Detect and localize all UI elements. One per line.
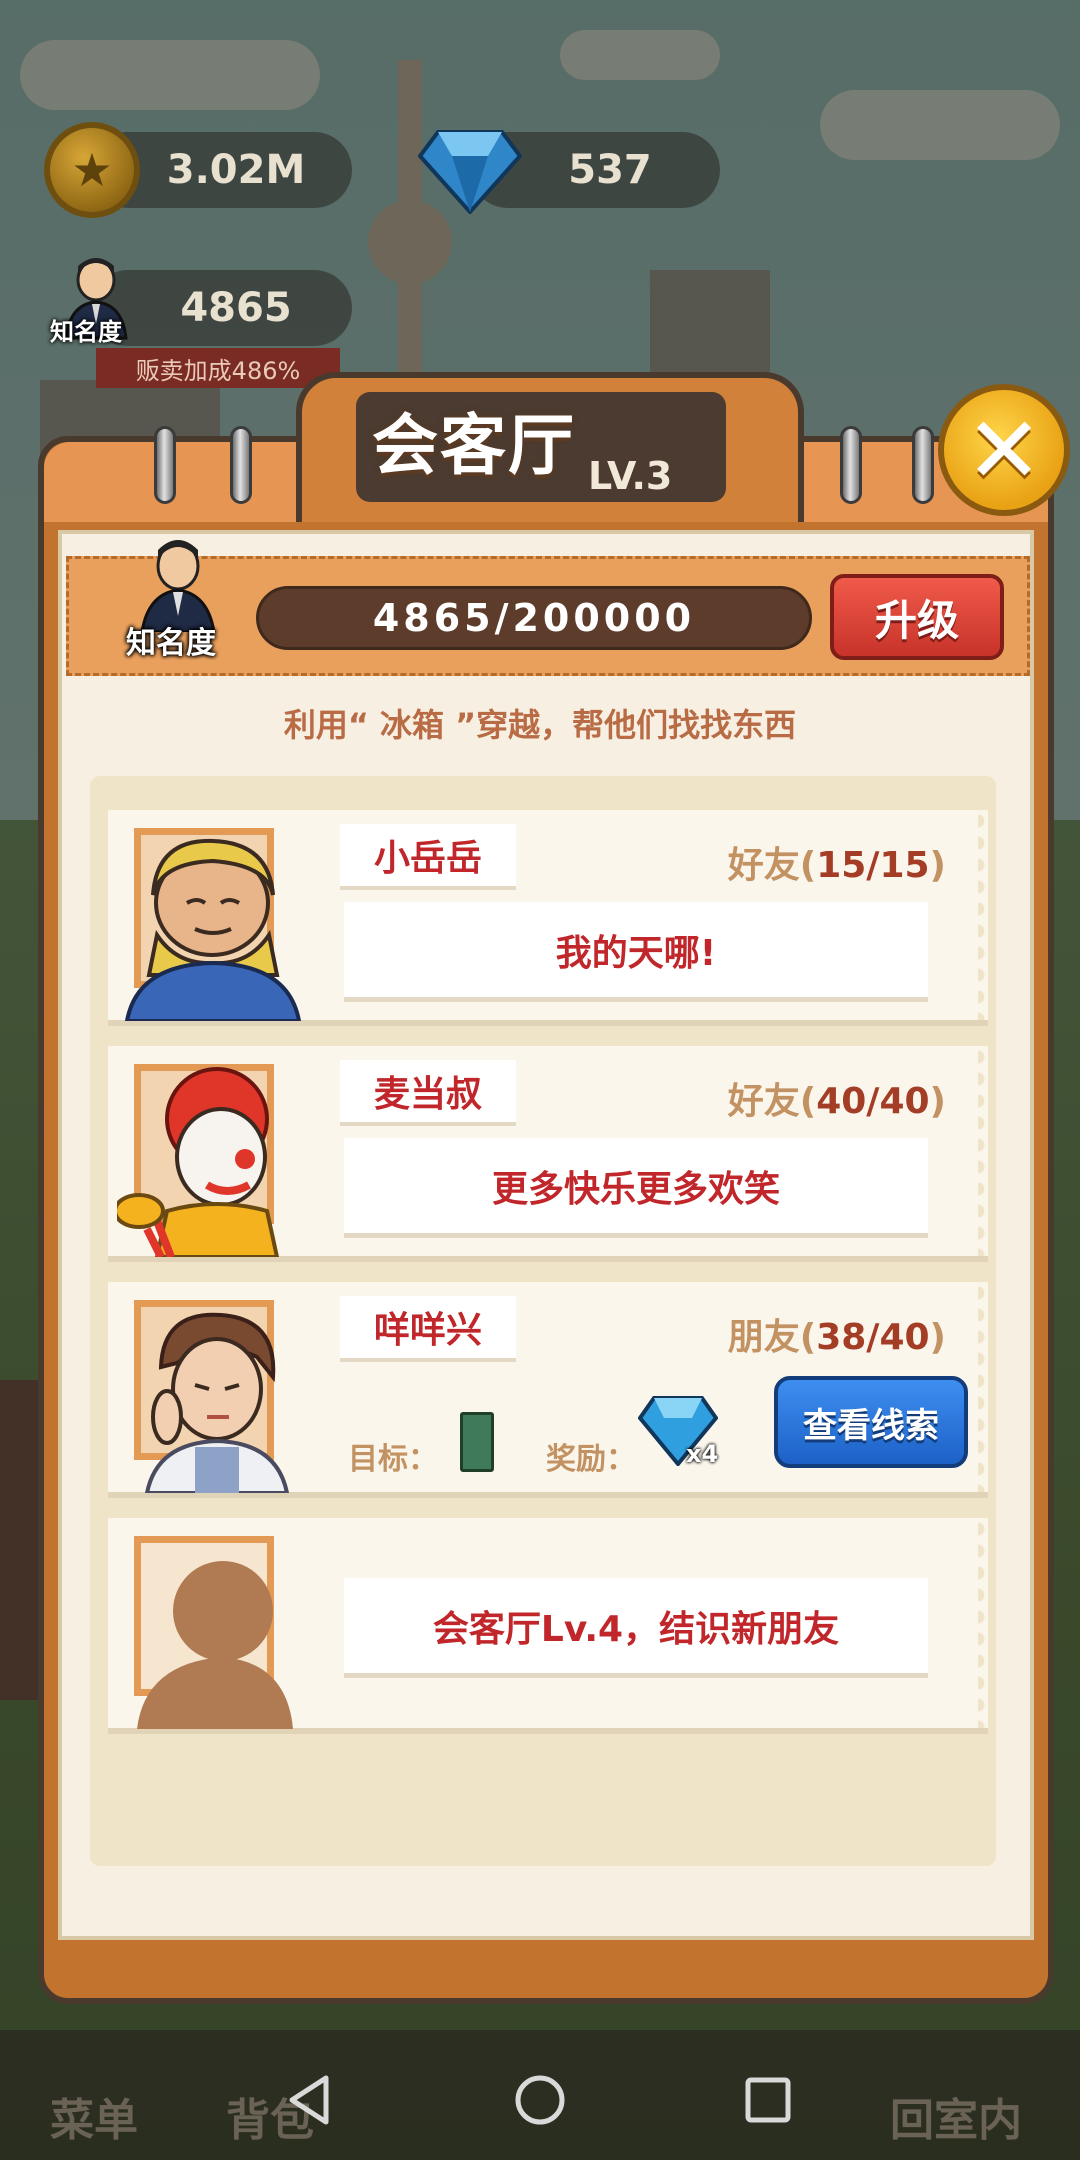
locked-hint: 会客厅Lv.4，结识新朋友 xyxy=(344,1578,928,1678)
silhouette-icon xyxy=(137,1561,293,1729)
back-indoor-button[interactable]: 回室内 xyxy=(890,2084,1022,2148)
reward-count: x4 xyxy=(686,1440,719,1468)
fame-avatar-icon xyxy=(140,540,216,632)
book-icon xyxy=(460,1412,494,1472)
guest-relation: 好友(15/15) xyxy=(727,845,946,886)
hint-text: 利用“ 冰箱 ”穿越，帮他们找找东西 xyxy=(283,706,797,744)
panel-title: 会客厅 xyxy=(372,407,576,484)
locked-guest-card: 会客厅Lv.4，结识新朋友 xyxy=(108,1518,994,1734)
gem-icon xyxy=(418,130,522,214)
home-icon[interactable] xyxy=(510,2070,570,2130)
reward-label: 奖励： xyxy=(546,1442,636,1477)
guest-avatar-xiaoyueyue xyxy=(124,838,302,1021)
guest-portrait xyxy=(117,1064,280,1257)
guest-quote: 我的天哪! xyxy=(344,902,928,1002)
recents-icon[interactable] xyxy=(738,2070,798,2130)
guest-name: 麦当叔 xyxy=(340,1060,517,1126)
guest-card: 咩咩兴 朋友(38/40) 目标： 奖励： x4 查看线索 xyxy=(108,1282,994,1498)
guest-relation: 好友(40/40) xyxy=(727,1081,946,1122)
gem-value: 537 xyxy=(568,147,652,193)
guest-quote: 更多快乐更多欢笑 xyxy=(344,1138,928,1238)
guest-relation: 朋友(38/40) xyxy=(727,1317,946,1358)
card-edge xyxy=(978,1282,994,1492)
panel-level: LV.3 xyxy=(588,454,673,498)
guest-card: 麦当叔 好友(40/40) 更多快乐更多欢笑 xyxy=(108,1046,994,1262)
fame-progress-bar: 4865/200000 xyxy=(256,586,812,650)
relation-label: 朋友 xyxy=(727,1317,800,1358)
fame-mini-label: 知名度 xyxy=(50,318,122,346)
guest-portrait xyxy=(124,828,302,1021)
close-button[interactable]: ✕ xyxy=(938,384,1070,516)
menu-button[interactable]: 菜单 xyxy=(50,2084,138,2148)
relation-label: 好友 xyxy=(727,845,800,886)
fame-value: 4865 xyxy=(180,285,292,331)
upgrade-button[interactable]: 升级 xyxy=(830,574,1004,660)
relation-label: 好友 xyxy=(727,1081,800,1122)
card-edge xyxy=(978,1518,994,1728)
card-edge xyxy=(978,1046,994,1256)
binder-ring xyxy=(912,426,934,504)
binder-ring xyxy=(230,426,252,504)
relation-progress: 15/15 xyxy=(816,845,930,886)
fame-progress-text: 4865/200000 xyxy=(372,596,696,640)
binder-ring xyxy=(154,426,176,504)
relation-progress: 38/40 xyxy=(816,1317,930,1358)
fame-label: 知名度 xyxy=(126,626,216,661)
guest-name: 小岳岳 xyxy=(340,824,517,890)
relation-progress: 40/40 xyxy=(816,1081,930,1122)
view-clue-button[interactable]: 查看线索 xyxy=(774,1376,968,1468)
card-edge xyxy=(978,810,994,1020)
target-label: 目标： xyxy=(348,1442,438,1477)
guest-card: 小岳岳 好友(15/15) 我的天哪! xyxy=(108,810,994,1026)
guest-portrait-locked xyxy=(134,1536,293,1729)
binder-ring xyxy=(840,426,862,504)
coin-value: 3.02M xyxy=(166,147,306,193)
back-icon[interactable] xyxy=(282,2070,342,2130)
guest-avatar-maidangshu xyxy=(117,1067,280,1257)
close-icon: ✕ xyxy=(965,396,1043,504)
coin-icon: ★ xyxy=(44,122,140,218)
guest-portrait xyxy=(134,1300,290,1493)
guest-name: 咩咩兴 xyxy=(340,1296,517,1362)
sales-bonus-banner: 贩卖加成486% xyxy=(96,348,340,388)
guest-avatar-miemiexing xyxy=(144,1312,290,1493)
